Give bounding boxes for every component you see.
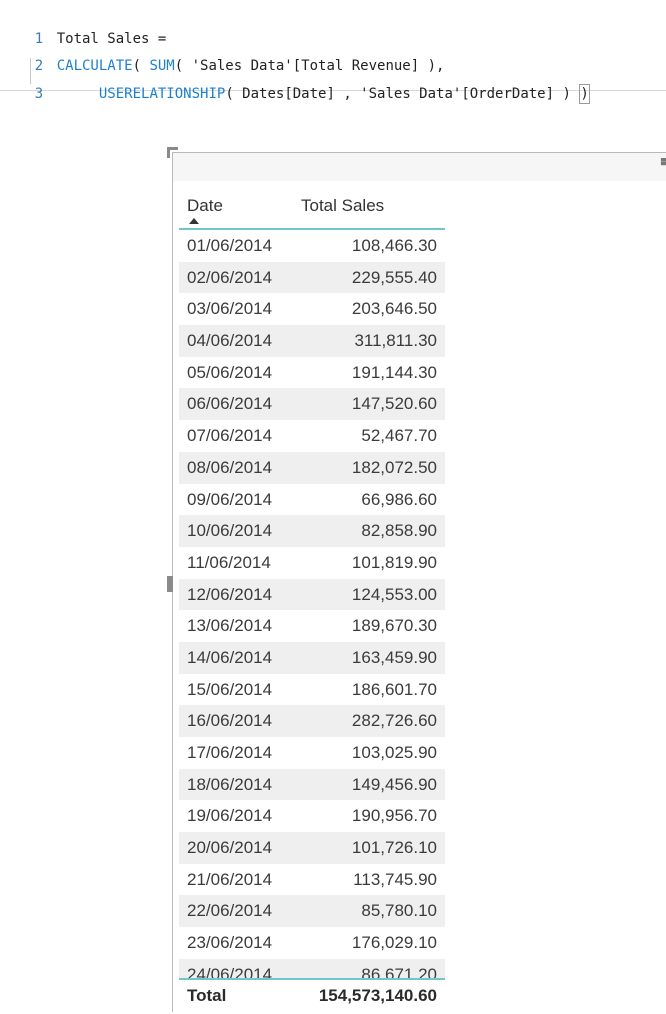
cell-total-sales: 124,553.00 [351,584,437,604]
cell-date: 11/06/2014 [187,552,271,572]
table-row[interactable]: 10/06/2014 82,858.90 [179,515,445,547]
more-options-icon[interactable]: ▬ ▬ [660,158,666,168]
formula-line-2[interactable]: 2 CALCULATE( SUM( 'Sales Data'[Total Reve… [0,33,445,74]
table-row[interactable]: 15/06/2014 186,601.70 [179,674,445,706]
cell-date: 07/06/2014 [187,426,273,446]
bracket-match-highlight: ) [579,84,590,104]
table-total-row: Total 154,573,140.60 [179,978,445,1014]
column-header-total-sales[interactable]: Total Sales [301,196,384,216]
userelationship-keyword: USERELATIONSHIP [98,86,226,102]
visual-header[interactable] [173,153,666,181]
cell-total-sales: 186,601.70 [351,679,437,699]
table-row[interactable]: 20/06/2014 101,726.10 [179,832,445,864]
table-row[interactable]: 22/06/2014 85,780.10 [179,895,445,928]
cell-total-sales: 85,780.10 [361,901,437,921]
cell-date: 20/06/2014 [187,838,273,858]
table-row[interactable]: 24/06/2014 86,671.20 [179,958,445,978]
cell-date: 01/06/2014 [187,236,273,255]
table-row[interactable]: 23/06/2014 176,029.10 [179,927,445,959]
sales-table: Date Total Sales 01/06/2014 108,466.30 02/… [179,192,445,1014]
code-text: ( Dates[Date] , 'Sales Data'[OrderDate] … [225,86,580,102]
cell-date: 02/06/2014 [187,267,273,287]
resize-handle-corner[interactable] [167,147,178,158]
cell-date: 15/06/2014 [187,679,273,699]
table-row[interactable]: 12/06/2014 124,553.00 [179,578,445,611]
table-row[interactable]: 16/06/2014 282,726.60 [179,705,445,737]
table-row[interactable]: 21/06/2014 113,745.90 [179,864,445,896]
cell-date: 23/06/2014 [187,933,273,953]
cell-total-sales: 147,520.60 [351,394,437,414]
cell-total-sales: 189,670.30 [351,616,437,636]
cell-total-sales: 229,555.40 [351,267,437,287]
column-header-date[interactable]: Date [187,196,223,216]
cell-total-sales: 103,025.90 [351,743,437,762]
cell-total-sales: 176,029.10 [351,933,437,953]
cell-total-sales: 52,467.70 [361,426,437,446]
cell-total-sales: 86,671.20 [361,964,437,978]
cell-total-sales: 101,726.10 [351,838,437,858]
cell-total-sales: 113,745.90 [353,869,437,889]
cell-date: 05/06/2014 [187,362,273,382]
line-number: 3 [34,86,44,102]
cell-date: 04/06/2014 [187,331,273,351]
cell-date: 21/06/2014 [187,869,273,889]
cell-total-sales: 182,072.50 [351,457,437,477]
cell-total-sales: 191,144.30 [351,362,437,382]
cell-date: 06/06/2014 [187,394,273,414]
cell-total-sales: 101,819.90 [351,552,437,572]
cell-total-sales: 82,858.90 [361,521,437,541]
cell-date: 22/06/2014 [187,901,273,921]
cell-date: 09/06/2014 [187,489,273,509]
table-body[interactable]: 01/06/2014 108,466.30 02/06/2014 229,555.40… [179,230,445,978]
cell-total-sales: 149,456.90 [351,774,437,794]
table-row[interactable]: 09/06/2014 66,986.60 [179,484,445,516]
formula-line-1[interactable]: 1 Total Sales = [0,6,167,47]
table-row[interactable]: 17/06/2014 103,025.90 [179,737,445,769]
table-row[interactable]: 19/06/2014 190,956.70 [179,800,445,832]
table-visual[interactable]: ▬ ▬ Date Total Sales 01/06/2014 108,466.30… [167,147,666,1014]
cell-date: 24/06/2014 [187,964,273,978]
table-row[interactable]: 13/06/2014 189,670.30 [179,610,445,642]
resize-handle-left[interactable] [167,576,173,592]
cell-date: 16/06/2014 [187,711,273,731]
table-header: Date Total Sales [179,192,445,230]
cell-total-sales: 203,646.50 [351,299,437,319]
cell-date: 19/06/2014 [187,806,273,826]
cell-date: 18/06/2014 [187,774,273,794]
table-row[interactable]: 08/06/2014 182,072.50 [179,451,445,484]
cell-total-sales: 311,811.30 [354,331,437,351]
cell-date: 10/06/2014 [187,521,273,541]
table-row[interactable]: 05/06/2014 191,144.30 [179,357,445,389]
sort-ascending-icon[interactable] [189,218,199,224]
table-row[interactable]: 06/06/2014 147,520.60 [179,388,445,421]
table-row[interactable]: 01/06/2014 108,466.30 [179,230,445,262]
cell-total-sales: 108,466.30 [351,236,437,255]
cell-date: 17/06/2014 [187,743,273,762]
cell-total-sales: 190,956.70 [351,806,437,826]
cell-total-sales: 66,986.60 [361,489,437,509]
cell-total-sales: 163,459.90 [351,647,437,667]
total-value: 154,573,140.60 [318,986,437,1005]
table-row[interactable]: 11/06/2014 101,819.90 [179,547,445,579]
cell-total-sales: 282,726.60 [351,711,437,731]
formula-line-3[interactable]: 3 USERELATIONSHIP( Dates[Date] , 'Sales … [0,61,590,104]
total-label: Total [187,986,227,1005]
table-row[interactable]: 14/06/2014 163,459.90 [179,641,445,674]
table-row[interactable]: 18/06/2014 149,456.90 [179,768,445,801]
formula-bar[interactable]: 1 Total Sales = 2 CALCULATE( SUM( 'Sales D… [0,0,666,104]
table-row[interactable]: 07/06/2014 52,467.70 [179,420,445,452]
table-row[interactable]: 03/06/2014 203,646.50 [179,293,445,325]
cell-date: 03/06/2014 [187,299,273,319]
table-row[interactable]: 04/06/2014 311,811.30 [179,325,445,357]
cell-date: 13/06/2014 [187,616,273,636]
cell-date: 08/06/2014 [187,457,273,477]
cell-date: 14/06/2014 [187,647,273,667]
table-row[interactable]: 02/06/2014 229,555.40 [179,261,445,294]
cell-date: 12/06/2014 [187,584,273,604]
